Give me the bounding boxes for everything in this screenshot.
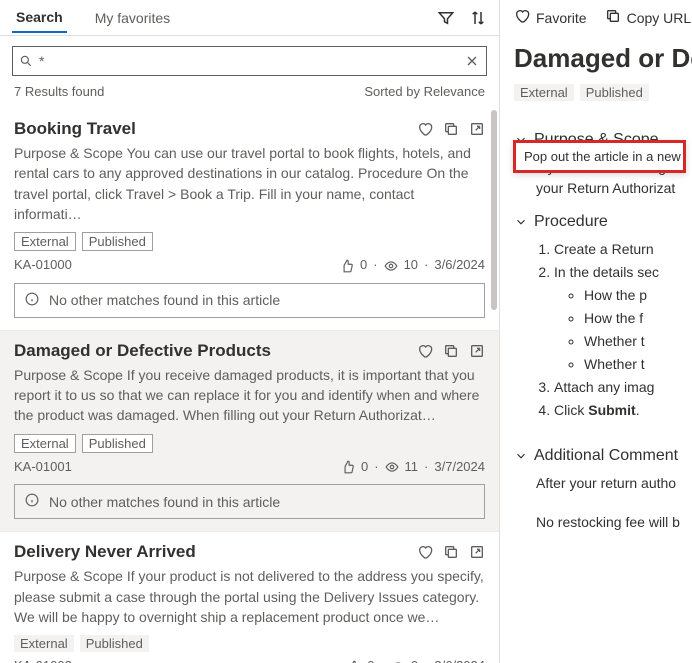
badge-published: Published: [580, 84, 649, 101]
copy-url-button[interactable]: Copy URL: [605, 8, 692, 27]
filter-icon[interactable]: [437, 9, 455, 27]
search-query: *: [33, 53, 464, 69]
result-card[interactable]: Delivery Never Arrived Purpose & Scope I…: [0, 532, 499, 663]
like-count: 0: [367, 658, 374, 663]
result-id: KA-01002: [14, 658, 347, 663]
badge-external: External: [14, 635, 74, 652]
result-date: 3/7/2024: [434, 459, 485, 474]
tab-favorites[interactable]: My favorites: [91, 4, 174, 32]
result-title: Damaged or Defective Products: [14, 341, 417, 361]
search-input[interactable]: *: [12, 46, 487, 76]
search-icon: [19, 54, 33, 68]
procedure-step: Click Submit.: [554, 400, 692, 421]
result-title: Booking Travel: [14, 119, 417, 139]
badge-published: Published: [82, 434, 153, 453]
info-icon: [25, 493, 39, 510]
section-procedure[interactable]: Procedure: [514, 213, 692, 231]
thumbsup-icon: [347, 658, 361, 663]
result-card[interactable]: Booking Travel Purpose & Scope You can u…: [0, 109, 499, 331]
procedure-substep: Whether t: [584, 331, 692, 352]
procedure-substep: How the f: [584, 308, 692, 329]
result-title: Delivery Never Arrived: [14, 542, 417, 562]
procedure-substep: Whether t: [584, 354, 692, 375]
copy-icon[interactable]: [443, 121, 459, 137]
result-snippet: Purpose & Scope If you receive damaged p…: [14, 365, 485, 426]
thumbsup-icon: [341, 459, 355, 475]
section-text: your Return Authorizat: [536, 178, 692, 199]
result-snippet: Purpose & Scope If your product is not d…: [14, 566, 485, 627]
copy-icon[interactable]: [443, 544, 459, 560]
result-id: KA-01000: [14, 257, 340, 272]
heart-icon[interactable]: [417, 544, 433, 560]
badge-published: Published: [82, 232, 153, 251]
eye-icon: [384, 257, 398, 273]
heart-icon[interactable]: [417, 343, 433, 359]
like-count: 0: [361, 459, 368, 474]
clear-icon[interactable]: [464, 53, 480, 69]
popout-icon[interactable]: [469, 343, 485, 359]
thumbsup-icon: [340, 257, 354, 273]
popout-tooltip: Pop out the article in a new window: [513, 140, 686, 173]
sort-icon[interactable]: [469, 9, 487, 27]
procedure-step: Create a Return: [554, 239, 692, 260]
popout-icon[interactable]: [469, 544, 485, 560]
results-count: 7 Results found: [14, 84, 104, 99]
no-match-notice: No other matches found in this article: [14, 283, 485, 318]
result-snippet: Purpose & Scope You can use our travel p…: [14, 143, 485, 224]
copy-icon: [605, 8, 621, 27]
copy-icon[interactable]: [443, 343, 459, 359]
favorite-button[interactable]: Favorite: [514, 8, 587, 27]
heart-icon[interactable]: [417, 121, 433, 137]
section-text: After your return autho: [536, 473, 692, 494]
result-card[interactable]: Damaged or Defective Products Purpose & …: [0, 331, 499, 532]
info-icon: [25, 292, 39, 309]
popout-icon[interactable]: [469, 121, 485, 137]
result-id: KA-01001: [14, 459, 341, 474]
scrollbar[interactable]: [491, 110, 497, 310]
no-match-notice: No other matches found in this article: [14, 484, 485, 519]
view-count: 10: [404, 257, 418, 272]
heart-icon: [514, 8, 530, 27]
tab-search[interactable]: Search: [12, 3, 67, 33]
badge-published: Published: [80, 635, 149, 652]
section-additional-comments[interactable]: Additional Comment: [514, 447, 692, 465]
article-title: Damaged or De: [514, 43, 692, 74]
results-sort: Sorted by Relevance: [364, 84, 485, 99]
result-date: 3/6/2024: [434, 257, 485, 272]
eye-icon: [385, 459, 399, 475]
result-date: 3/6/2024: [434, 658, 485, 663]
eye-icon: [391, 658, 405, 663]
procedure-step: In the details sec How the p How the f W…: [554, 262, 692, 375]
view-count: 11: [405, 459, 419, 474]
view-count: 0: [411, 658, 418, 663]
badge-external: External: [14, 232, 76, 251]
chevron-down-icon: [514, 215, 528, 229]
chevron-down-icon: [514, 449, 528, 463]
procedure-substep: How the p: [584, 285, 692, 306]
procedure-step: Attach any imag: [554, 377, 692, 398]
section-text: No restocking fee will b: [536, 512, 692, 533]
badge-external: External: [514, 84, 574, 101]
badge-external: External: [14, 434, 76, 453]
like-count: 0: [360, 257, 367, 272]
